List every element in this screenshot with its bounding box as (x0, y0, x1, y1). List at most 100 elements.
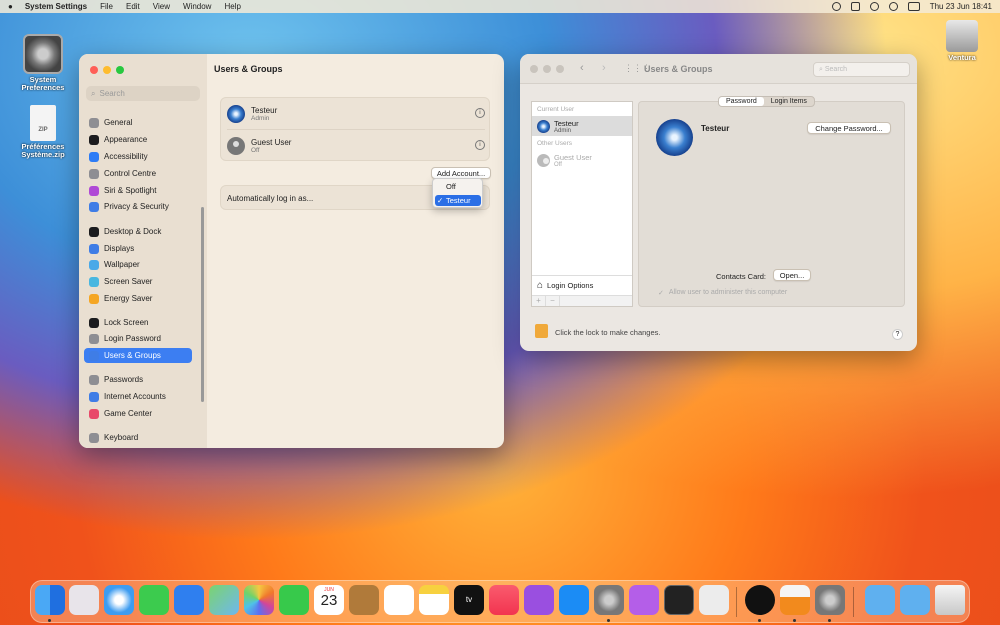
notes-icon[interactable] (419, 585, 449, 615)
system-preferences-icon[interactable] (815, 585, 845, 615)
menu-app-name[interactable]: System Settings (25, 2, 87, 11)
system-settings-icon[interactable] (594, 585, 624, 615)
app-store-icon[interactable] (559, 585, 589, 615)
disk-utility-icon[interactable] (699, 585, 729, 615)
menu-window[interactable]: Window (183, 2, 211, 11)
safari-icon[interactable] (104, 585, 134, 615)
back-chevron-icon[interactable]: ‹ (580, 62, 584, 74)
messages-icon[interactable] (139, 585, 169, 615)
launchpad-icon[interactable] (69, 585, 99, 615)
autologin-dropdown[interactable]: Off ✓ Testeur (432, 178, 483, 208)
desktop-zip-file[interactable]: ZIP Préférences Système.zip (16, 105, 70, 159)
lock-icon[interactable] (535, 324, 548, 338)
sidebar-item-appearance[interactable]: Appearance (84, 132, 192, 147)
zoom-button[interactable] (116, 66, 124, 74)
desktop-drive-ventura[interactable]: Ventura (940, 20, 984, 62)
window-controls (90, 66, 124, 74)
vlc-icon[interactable] (780, 585, 810, 615)
sidebar-item-keyboard[interactable]: Keyboard (84, 430, 192, 445)
search-status-icon[interactable] (888, 2, 898, 11)
user-role: Admin (251, 114, 270, 122)
sidebar-item-desktop-dock[interactable]: Desktop & Dock (84, 224, 192, 239)
open-contacts-button[interactable]: Open... (773, 269, 811, 281)
clock[interactable]: Thu 23 Jun 18:41 (930, 2, 992, 11)
music-icon[interactable] (489, 585, 519, 615)
list-item-testeur[interactable]: Testeur Admin (532, 116, 632, 136)
sidebar-search[interactable]: ⌕ Search (86, 86, 200, 101)
forward-chevron-icon[interactable]: › (602, 62, 606, 74)
menu-file[interactable]: File (100, 2, 113, 11)
sidebar-item-accessibility[interactable]: Accessibility (84, 149, 192, 164)
sidebar-item-login-password[interactable]: Login Password (84, 331, 192, 346)
sidebar-item-icon (89, 391, 99, 402)
remove-user-button[interactable]: − (546, 296, 560, 306)
add-user-button[interactable]: + (532, 296, 546, 306)
applications-folder-icon[interactable] (865, 585, 895, 615)
sidebar-item-lock-screen[interactable]: Lock Screen (84, 315, 192, 330)
minimize-button[interactable] (543, 65, 551, 73)
desktop-system-preferences[interactable]: System Preferences (18, 34, 68, 92)
menu-edit[interactable]: Edit (126, 2, 140, 11)
info-icon[interactable]: i (475, 108, 485, 118)
trash-icon[interactable] (935, 585, 965, 615)
user-row-guest[interactable]: Guest User Off i (221, 130, 491, 161)
change-password-button[interactable]: Change Password... (807, 122, 891, 134)
contacts-icon[interactable] (349, 585, 379, 615)
logi-status-icon[interactable] (831, 2, 841, 11)
sidebar-item-wallpaper[interactable]: Wallpaper (84, 257, 192, 272)
sidebar-item-game-center[interactable]: Game Center (84, 406, 192, 421)
sidebar-item-control-centre[interactable]: Control Centre (84, 166, 192, 181)
avatar (227, 136, 245, 155)
sidebar-item-label: General (104, 118, 133, 127)
sidebar-item-energy-saver[interactable]: Energy Saver (84, 291, 192, 306)
sidebar-item-internet-accounts[interactable]: Internet Accounts (84, 389, 192, 404)
tab-password[interactable]: Password (719, 97, 764, 106)
user-status-icon[interactable] (869, 2, 879, 11)
sidebar-item-passwords[interactable]: Passwords (84, 372, 192, 387)
sidebar-item-displays[interactable]: Displays (84, 241, 192, 256)
login-options-item[interactable]: ⌂ Login Options (532, 275, 632, 295)
downloads-folder-icon[interactable] (900, 585, 930, 615)
sidebar-item-screen-saver[interactable]: Screen Saver (84, 274, 192, 289)
menu-help[interactable]: Help (224, 2, 240, 11)
user-role: Admin (554, 127, 572, 134)
menu-view[interactable]: View (153, 2, 170, 11)
close-button[interactable] (90, 66, 98, 74)
list-item-guest[interactable]: Guest User Off (532, 150, 632, 170)
sidebar-item-icon (89, 293, 99, 304)
minimize-button[interactable] (103, 66, 111, 74)
allow-admin-checkbox[interactable]: ✓ Allow user to administer this computer (658, 289, 787, 297)
calendar-icon[interactable]: JUN 23 (314, 585, 344, 615)
sidebar-item-privacy-security[interactable]: Privacy & Security (84, 199, 192, 214)
search-input[interactable]: ⌕ Search (813, 62, 910, 77)
user-row-testeur[interactable]: Testeur Admin i (221, 98, 491, 129)
sidebar-item-label: Privacy & Security (104, 202, 169, 211)
sidebar-item-users-groups[interactable]: Users & Groups (84, 348, 192, 363)
facetime-icon[interactable] (279, 585, 309, 615)
feedback-icon[interactable] (629, 585, 659, 615)
info-icon[interactable]: i (475, 140, 485, 150)
option-testeur[interactable]: ✓ Testeur (435, 195, 481, 206)
control-centre-icon[interactable] (907, 2, 920, 11)
tab-login-items[interactable]: Login Items (764, 97, 814, 106)
close-button[interactable] (530, 65, 538, 73)
help-button[interactable]: ? (892, 329, 903, 340)
podcasts-icon[interactable] (524, 585, 554, 615)
terminal-icon[interactable] (664, 585, 694, 615)
autologin-label: Automatically log in as... (227, 194, 314, 203)
mail-icon[interactable] (174, 585, 204, 615)
maps-icon[interactable] (209, 585, 239, 615)
apple-menu-icon[interactable]: ● (8, 2, 13, 11)
user-picture[interactable] (656, 119, 693, 156)
sidebar-item-general[interactable]: General (84, 115, 192, 130)
preview-status-icon[interactable] (850, 2, 860, 11)
reminders-icon[interactable] (384, 585, 414, 615)
logitech-icon[interactable] (745, 585, 775, 615)
zoom-button[interactable] (556, 65, 564, 73)
finder-icon[interactable] (35, 585, 65, 615)
sidebar-scrollbar[interactable] (201, 207, 204, 402)
apple-tv-icon[interactable]: tv (454, 585, 484, 615)
option-off[interactable]: Off (435, 181, 481, 192)
sidebar-item-siri-spotlight[interactable]: Siri & Spotlight (84, 183, 192, 198)
photos-icon[interactable] (244, 585, 274, 615)
